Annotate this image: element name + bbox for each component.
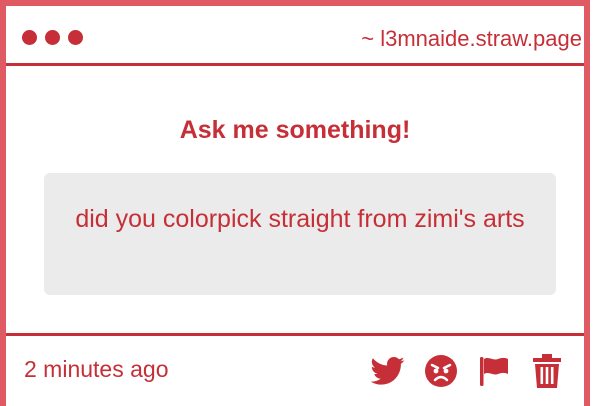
trash-icon xyxy=(533,354,561,388)
card-footer: 2 minutes ago xyxy=(6,333,584,406)
page-title: Ask me something! xyxy=(179,116,411,144)
twitter-share-button[interactable] xyxy=(371,354,405,388)
timestamp: 2 minutes ago xyxy=(24,356,169,382)
angry-face-icon xyxy=(425,355,457,387)
react-angry-button[interactable] xyxy=(424,354,458,388)
window-dot-icon xyxy=(45,30,60,45)
action-bar xyxy=(371,354,564,388)
question-text: did you colorpick straight from zimi's a… xyxy=(44,173,556,295)
window-dots xyxy=(22,30,83,45)
page-url: ~ l3mnaide.straw.page xyxy=(361,26,582,51)
window-dot-icon xyxy=(22,30,37,45)
window-dot-icon xyxy=(68,30,83,45)
window-titlebar: ~ l3mnaide.straw.page xyxy=(6,6,584,66)
report-flag-button[interactable] xyxy=(477,354,511,388)
twitter-icon xyxy=(371,356,405,385)
delete-button[interactable] xyxy=(530,354,564,388)
flag-icon xyxy=(480,357,508,386)
question-card: ~ l3mnaide.straw.page Ask me something! … xyxy=(0,0,590,406)
